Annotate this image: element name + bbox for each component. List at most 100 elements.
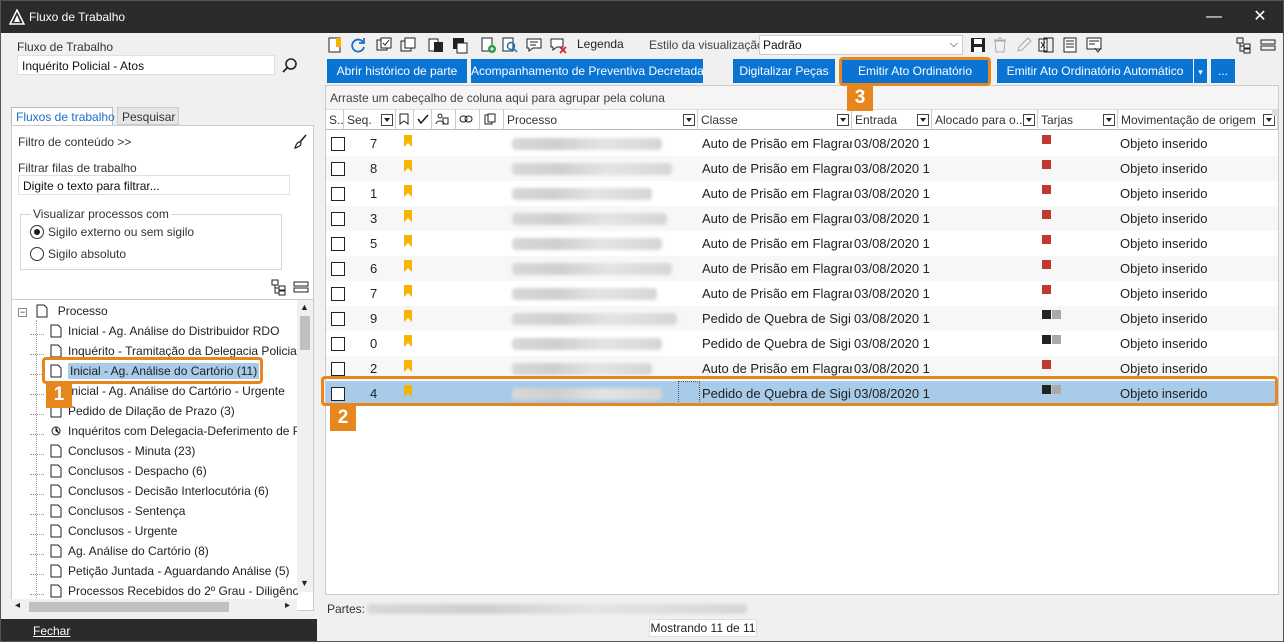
filter-dropdown-icon[interactable]	[1103, 114, 1115, 126]
issue-auto-ordinance-button[interactable]: Emitir Ato Ordinatório Automático	[997, 59, 1193, 83]
close-window-button[interactable]: ✕	[1237, 1, 1283, 33]
col-bookmark[interactable]	[396, 110, 414, 130]
col-seq[interactable]: Seq.	[344, 110, 396, 130]
tree-item[interactable]: Pedido de Dilação de Prazo (3)	[30, 404, 235, 424]
scroll-right-icon[interactable]: ▸	[285, 600, 290, 611]
row-checkbox[interactable]	[331, 237, 345, 251]
save-copy-icon[interactable]	[451, 36, 469, 54]
filter-dropdown-icon[interactable]	[837, 114, 849, 126]
row-checkbox[interactable]	[331, 137, 345, 151]
export-document-icon[interactable]	[1061, 36, 1079, 54]
filter-dropdown-icon[interactable]	[381, 114, 393, 126]
scroll-down-icon[interactable]: ▼	[300, 578, 309, 588]
table-row[interactable]: 7 Auto de Prisão em Flagrar 03/08/2020 1 Ob…	[326, 131, 1278, 156]
expand-all-icon[interactable]	[270, 278, 288, 296]
col-attachments[interactable]	[480, 110, 504, 130]
tree-item[interactable]: Conclusos - Urgente	[30, 524, 177, 544]
bookmark-flag-icon[interactable]	[404, 210, 412, 222]
edit-icon[interactable]	[1015, 36, 1033, 54]
add-document-icon[interactable]	[479, 36, 497, 54]
search-icon[interactable]	[281, 57, 299, 75]
select-all-icon[interactable]	[375, 36, 393, 54]
scroll-up-icon[interactable]: ▲	[300, 302, 309, 312]
row-checkbox[interactable]	[331, 362, 345, 376]
expand-all-grid-icon[interactable]	[1235, 36, 1253, 54]
scroll-left-icon[interactable]: ◂	[15, 600, 20, 611]
col-selection[interactable]: S...	[326, 110, 344, 130]
bookmark-flag-icon[interactable]	[404, 360, 412, 372]
col-class[interactable]: Classe	[698, 110, 852, 130]
export-excel-icon[interactable]	[1037, 36, 1055, 54]
table-row[interactable]: 1 Auto de Prisão em Flagrar 03/08/2020 1 Ob…	[326, 181, 1278, 206]
remove-comment-icon[interactable]	[549, 36, 567, 54]
tree-item[interactable]: Conclusos - Decisão Interlocutória (6)	[30, 484, 269, 504]
preventive-tracking-button[interactable]: Acompanhamento de Preventiva Decretada	[471, 59, 704, 83]
tree-item[interactable]: Inicial - Ag. Análise do Distribuidor RD…	[30, 324, 279, 344]
digitize-pieces-button[interactable]: Digitalizar Peças	[733, 59, 835, 83]
tree-root[interactable]: − Processo	[18, 304, 108, 324]
row-checkbox[interactable]	[331, 287, 345, 301]
copy-icon[interactable]	[427, 36, 445, 54]
col-links[interactable]	[456, 110, 480, 130]
table-row[interactable]: 0 Pedido de Quebra de Sigi 03/08/2020 1 Obj…	[326, 331, 1278, 356]
filter-dropdown-icon[interactable]	[917, 114, 929, 126]
content-filter-toggle[interactable]: Filtro de conteúdo >>	[18, 135, 131, 149]
radio-external-secrecy[interactable]	[30, 225, 44, 239]
collapse-all-icon[interactable]	[292, 278, 310, 296]
refresh-icon[interactable]	[349, 36, 367, 54]
minimize-button[interactable]: —	[1191, 1, 1237, 33]
more-actions-button[interactable]: ...	[1211, 59, 1235, 83]
close-button[interactable]: Fechar	[33, 624, 70, 638]
bookmark-flag-icon[interactable]	[404, 235, 412, 247]
delete-icon[interactable]	[991, 36, 1009, 54]
issue-auto-ordinance-dropdown[interactable]: ▾	[1193, 59, 1207, 83]
col-check[interactable]	[414, 110, 432, 130]
brush-icon[interactable]	[292, 133, 310, 151]
filter-dropdown-icon[interactable]	[1023, 114, 1035, 126]
tree-item[interactable]: Inicial - Ag. Análise do Cartório - Urge…	[30, 384, 285, 404]
tree-hscroll-thumb[interactable]	[29, 602, 229, 612]
workflow-field[interactable]: Inquérito Policial - Atos	[17, 55, 275, 75]
tree-item[interactable]: Conclusos - Sentença	[30, 504, 185, 524]
configure-view-icon[interactable]	[1085, 36, 1103, 54]
queue-filter-input[interactable]: Digite o texto para filtrar...	[18, 175, 290, 195]
bookmark-flag-icon[interactable]	[404, 135, 412, 147]
collapse-all-grid-icon[interactable]	[1259, 36, 1277, 54]
col-process[interactable]: Processo	[504, 110, 698, 130]
comment-icon[interactable]	[525, 36, 543, 54]
row-checkbox[interactable]	[331, 162, 345, 176]
bookmark-flag-icon[interactable]	[404, 310, 412, 322]
tree-item[interactable]: Inquéritos com Delegacia-Deferimento de …	[30, 424, 301, 444]
save-icon[interactable]	[969, 36, 987, 54]
col-tarjas[interactable]: Tarjas	[1038, 110, 1118, 130]
col-allocated[interactable]: Alocado para o...	[932, 110, 1038, 130]
row-checkbox[interactable]	[331, 262, 345, 276]
filter-dropdown-icon[interactable]	[683, 114, 695, 126]
bookmark-flag-icon[interactable]	[404, 335, 412, 347]
bookmark-flag-icon[interactable]	[404, 160, 412, 172]
legend-button[interactable]: Legenda	[577, 37, 624, 51]
bookmark-flag-icon[interactable]	[404, 260, 412, 272]
table-row[interactable]: 5 Auto de Prisão em Flagrar 03/08/2020 1 Ob…	[326, 231, 1278, 256]
view-style-select[interactable]: Padrão ⌵	[759, 35, 963, 55]
tab-search[interactable]: Pesquisar	[117, 107, 179, 125]
table-row[interactable]: 7 Auto de Prisão em Flagrar 03/08/2020 1 Ob…	[326, 281, 1278, 306]
table-row[interactable]: 6 Auto de Prisão em Flagrar 03/08/2020 1 Ob…	[326, 256, 1278, 281]
col-origin-movement[interactable]: Movimentação de origem	[1118, 110, 1278, 130]
open-party-history-button[interactable]: Abrir histórico de parte	[327, 59, 467, 83]
row-checkbox[interactable]	[331, 312, 345, 326]
tab-workflows[interactable]: Fluxos de trabalho	[11, 107, 115, 125]
collapse-node-icon[interactable]: −	[18, 308, 27, 317]
table-row[interactable]: 8 Auto de Prisão em Flagrar 03/08/2020 1 Ob…	[326, 156, 1278, 181]
tree-item[interactable]: Ag. Análise do Cartório (8)	[30, 544, 209, 564]
table-row[interactable]: 3 Auto de Prisão em Flagrar 03/08/2020 1 Ob…	[326, 206, 1278, 231]
tree-item[interactable]: Conclusos - Minuta (23)	[30, 444, 195, 464]
tree-vscroll-thumb[interactable]	[300, 316, 310, 350]
search-document-icon[interactable]	[501, 36, 519, 54]
row-checkbox[interactable]	[331, 212, 345, 226]
tree-horizontal-scrollbar[interactable]: ◂ ▸	[11, 599, 297, 615]
tree-item[interactable]: Conclusos - Despacho (6)	[30, 464, 207, 484]
col-entry[interactable]: Entrada	[852, 110, 932, 130]
tree-item[interactable]: Petição Juntada - Aguardando Análise (5)	[30, 564, 289, 584]
row-checkbox[interactable]	[331, 187, 345, 201]
